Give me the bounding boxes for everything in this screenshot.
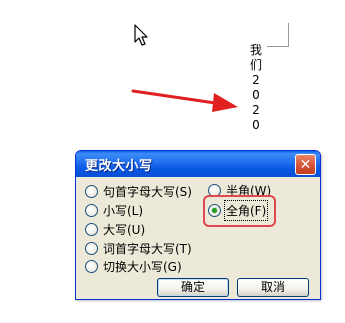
doc-char: 0 xyxy=(252,88,260,102)
red-arrow-icon xyxy=(131,89,238,112)
vertical-document-text: 我 们 2 0 2 0 xyxy=(248,43,264,133)
option-label: 句首字母大写(S) xyxy=(103,185,192,199)
page-corner-marker xyxy=(267,23,289,47)
doc-char: 2 xyxy=(252,103,260,117)
option-label: 词首字母大写(T) xyxy=(103,242,192,256)
close-icon: ✕ xyxy=(299,156,312,173)
option-half-width[interactable]: 半角(W) xyxy=(208,182,271,199)
option-label: 大写(U) xyxy=(103,223,146,237)
radio-icon[interactable] xyxy=(85,260,98,273)
option-title-case[interactable]: 词首字母大写(T) xyxy=(85,240,192,257)
doc-char: 们 xyxy=(249,58,262,72)
option-label: 半角(W) xyxy=(226,184,272,198)
radio-icon[interactable] xyxy=(85,242,98,255)
doc-char: 我 xyxy=(249,43,262,57)
mouse-pointer-icon xyxy=(134,24,148,46)
option-lowercase[interactable]: 小写(L) xyxy=(85,202,143,219)
doc-char: 0 xyxy=(252,118,260,132)
option-toggle-case[interactable]: 切换大小写(G) xyxy=(85,258,182,275)
option-label: 全角(F) xyxy=(223,200,269,221)
doc-char: 2 xyxy=(252,73,260,87)
radio-icon[interactable] xyxy=(85,204,98,217)
dialog-title: 更改大小写 xyxy=(85,159,153,174)
cancel-button[interactable]: 取消 xyxy=(237,278,309,297)
radio-icon[interactable] xyxy=(208,184,221,197)
radio-icon[interactable] xyxy=(85,223,98,236)
radio-icon[interactable] xyxy=(85,185,98,198)
option-uppercase[interactable]: 大写(U) xyxy=(85,221,145,238)
close-button[interactable]: ✕ xyxy=(295,154,316,175)
option-label: 小写(L) xyxy=(103,204,144,218)
change-case-dialog: 更改大小写 ✕ 句首字母大写(S) 小写(L) 大写(U) 词首字母大写(T) … xyxy=(75,150,321,300)
option-sentence-case[interactable]: 句首字母大写(S) xyxy=(85,183,192,200)
dialog-titlebar[interactable]: 更改大小写 ✕ xyxy=(76,151,320,177)
radio-checked-icon[interactable] xyxy=(208,204,221,217)
ok-button[interactable]: 确定 xyxy=(157,278,229,297)
option-full-width[interactable]: 全角(F) xyxy=(208,200,269,221)
option-label: 切换大小写(G) xyxy=(103,260,182,274)
